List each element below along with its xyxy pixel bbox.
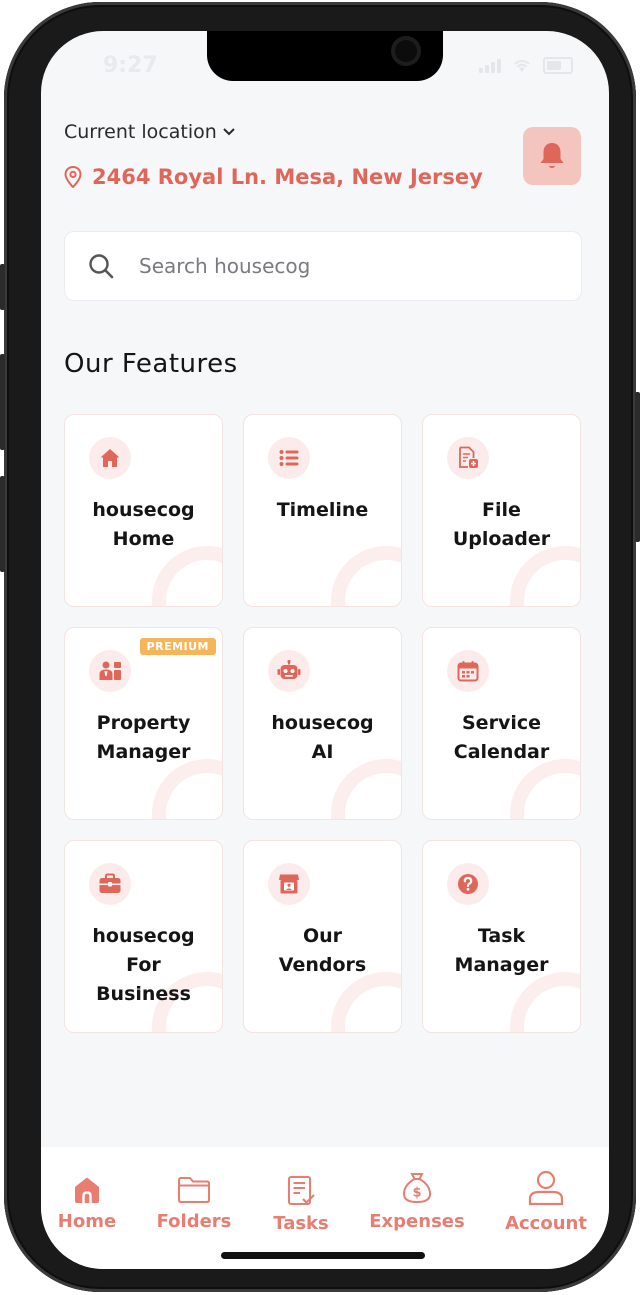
location-address: 2464 Royal Ln. Mesa, New Jersey (92, 165, 483, 189)
feature-card-property-manager[interactable]: PREMIUM Property Manager (64, 627, 223, 820)
feature-label: File Uploader (452, 499, 551, 550)
card-decoration (510, 972, 580, 1032)
tab-tasks[interactable]: Tasks (269, 1175, 333, 1234)
feature-icon-wrap (447, 650, 489, 692)
tab-account[interactable]: Account (501, 1169, 591, 1234)
status-icons (479, 57, 573, 74)
tab-label: Expenses (369, 1211, 465, 1232)
feature-label: Service Calendar (453, 712, 550, 763)
location-selector[interactable]: Current location (64, 121, 235, 143)
question-icon (458, 874, 478, 894)
feature-label: housecog Home (92, 499, 195, 550)
card-decoration (331, 546, 401, 606)
home-icon (100, 449, 120, 467)
feature-icon-wrap (447, 437, 489, 479)
feature-label: housecog AI (271, 712, 374, 763)
search-icon (89, 254, 114, 279)
feature-icon-wrap (447, 863, 489, 905)
feature-label: Task Manager (454, 925, 549, 976)
bottom-tab-bar: Home Folders Tasks $ Expenses Account (41, 1147, 609, 1269)
list-icon (279, 450, 299, 466)
feature-card-housecog-home[interactable]: housecog Home (64, 414, 223, 607)
folder-icon (178, 1177, 210, 1203)
search-bar[interactable] (64, 231, 582, 301)
feature-card-task-manager[interactable]: Task Manager (422, 840, 581, 1033)
volume-down-button (0, 476, 5, 572)
feature-card-our-vendors[interactable]: Our Vendors (243, 840, 402, 1033)
feature-icon-wrap (89, 863, 131, 905)
tab-expenses[interactable]: $ Expenses (369, 1171, 465, 1232)
battery-icon (543, 57, 573, 74)
feature-icon-wrap (89, 437, 131, 479)
volume-up-button (0, 354, 5, 450)
calendar-icon (457, 661, 479, 682)
robot-icon (277, 660, 301, 679)
home-icon (75, 1177, 99, 1203)
feature-label: Property Manager (96, 712, 191, 763)
feature-card-file-uploader[interactable]: File Uploader (422, 414, 581, 607)
location-label: Current location (64, 121, 217, 143)
feature-card-housecog-for-business[interactable]: housecog For Business (64, 840, 223, 1033)
section-title: Our Features (64, 349, 238, 379)
feature-icon-wrap (268, 437, 310, 479)
power-button (635, 392, 640, 542)
notch (207, 31, 443, 81)
card-decoration (510, 546, 580, 606)
search-input[interactable] (137, 253, 521, 279)
tab-label: Folders (156, 1211, 232, 1232)
feature-label: housecog For Business (92, 925, 195, 1005)
premium-badge: PREMIUM (139, 638, 216, 655)
status-time: 9:27 (103, 53, 158, 78)
location-address-row[interactable]: 2464 Royal Ln. Mesa, New Jersey (64, 165, 483, 189)
camera (391, 36, 421, 66)
file-upload-icon (459, 446, 478, 468)
tab-home[interactable]: Home (57, 1175, 117, 1232)
card-decoration (510, 759, 580, 819)
card-decoration (152, 546, 222, 606)
card-decoration (331, 972, 401, 1032)
tasks-icon (288, 1176, 315, 1205)
card-decoration (152, 759, 222, 819)
bell-icon (540, 143, 564, 168)
phone-frame: 9:27 Current location 2464 Royal Ln. Mes… (0, 2, 640, 1292)
property-manager-icon (99, 661, 121, 680)
feature-label: Timeline (276, 499, 369, 521)
mute-switch (0, 264, 5, 310)
feature-card-timeline[interactable]: Timeline (243, 414, 402, 607)
feature-icon-wrap (268, 863, 310, 905)
wifi-icon (514, 59, 530, 72)
feature-icon-wrap (268, 650, 310, 692)
location-pin-icon (64, 166, 82, 188)
tab-label: Home (57, 1211, 117, 1232)
tab-label: Account (505, 1213, 587, 1234)
home-indicator (221, 1252, 425, 1259)
vendor-store-icon (279, 874, 299, 894)
user-icon (528, 1170, 564, 1206)
money-bag-icon: $ (402, 1173, 432, 1204)
card-decoration (331, 759, 401, 819)
feature-card-housecog-ai[interactable]: housecog AI (243, 627, 402, 820)
briefcase-icon (99, 873, 121, 893)
screen: 9:27 Current location 2464 Royal Ln. Mes… (41, 31, 609, 1269)
notifications-button[interactable] (523, 127, 581, 185)
feature-label: Our Vendors (278, 925, 367, 976)
tab-label: Tasks (273, 1213, 329, 1234)
feature-grid: housecog Home Timeline File Uploader PRE… (64, 414, 581, 1033)
feature-card-service-calendar[interactable]: Service Calendar (422, 627, 581, 820)
feature-icon-wrap (89, 650, 131, 692)
svg-text:$: $ (412, 1186, 421, 1201)
tab-folders[interactable]: Folders (157, 1175, 231, 1232)
signal-icon (479, 58, 501, 73)
chevron-down-icon (223, 128, 235, 136)
